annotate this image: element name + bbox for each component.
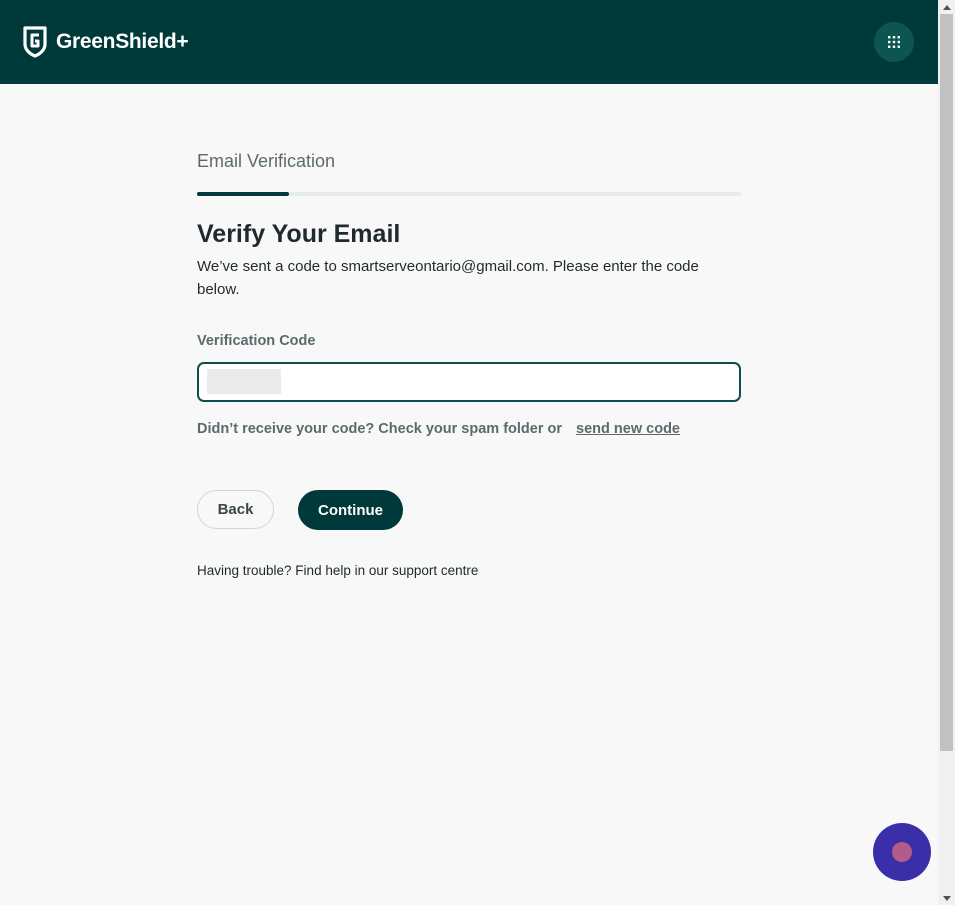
apps-menu-button[interactable]: [874, 22, 914, 62]
back-button[interactable]: Back: [197, 490, 274, 529]
top-header: GreenShield+: [0, 0, 938, 84]
brand-name: GreenShield+: [56, 29, 189, 53]
scroll-down-arrow-icon[interactable]: [938, 891, 955, 905]
page-title: Verify Your Email: [197, 220, 401, 248]
resend-text: Didn’t receive your code? Check your spa…: [197, 421, 563, 437]
shield-logo-icon: [23, 25, 47, 58]
chat-dot-icon: [892, 842, 912, 862]
chat-launcher-button[interactable]: [873, 823, 931, 881]
scroll-up-arrow-icon[interactable]: [938, 0, 955, 14]
support-help-text[interactable]: Having trouble? Find help in our support…: [197, 563, 478, 578]
step-title: Email Verification: [197, 151, 336, 171]
grid-icon: [888, 36, 900, 48]
continue-button[interactable]: Continue: [298, 490, 403, 530]
instruction-text: We’ve sent a code to smartserveontario@g…: [197, 258, 699, 298]
step-progress-fill: [197, 192, 290, 196]
resend-row: Didn’t receive your code? Check your spa…: [197, 421, 680, 437]
scrollbar-thumb[interactable]: [940, 14, 953, 751]
verification-code-label: Verification Code: [197, 333, 316, 349]
verification-code-field: [197, 362, 741, 402]
vertical-scrollbar[interactable]: [938, 0, 955, 905]
redacted-code-value: [207, 369, 281, 394]
brand-logo[interactable]: GreenShield+: [23, 25, 189, 58]
step-progress-bar: [197, 192, 741, 196]
send-new-code-link[interactable]: send new code: [576, 421, 680, 437]
